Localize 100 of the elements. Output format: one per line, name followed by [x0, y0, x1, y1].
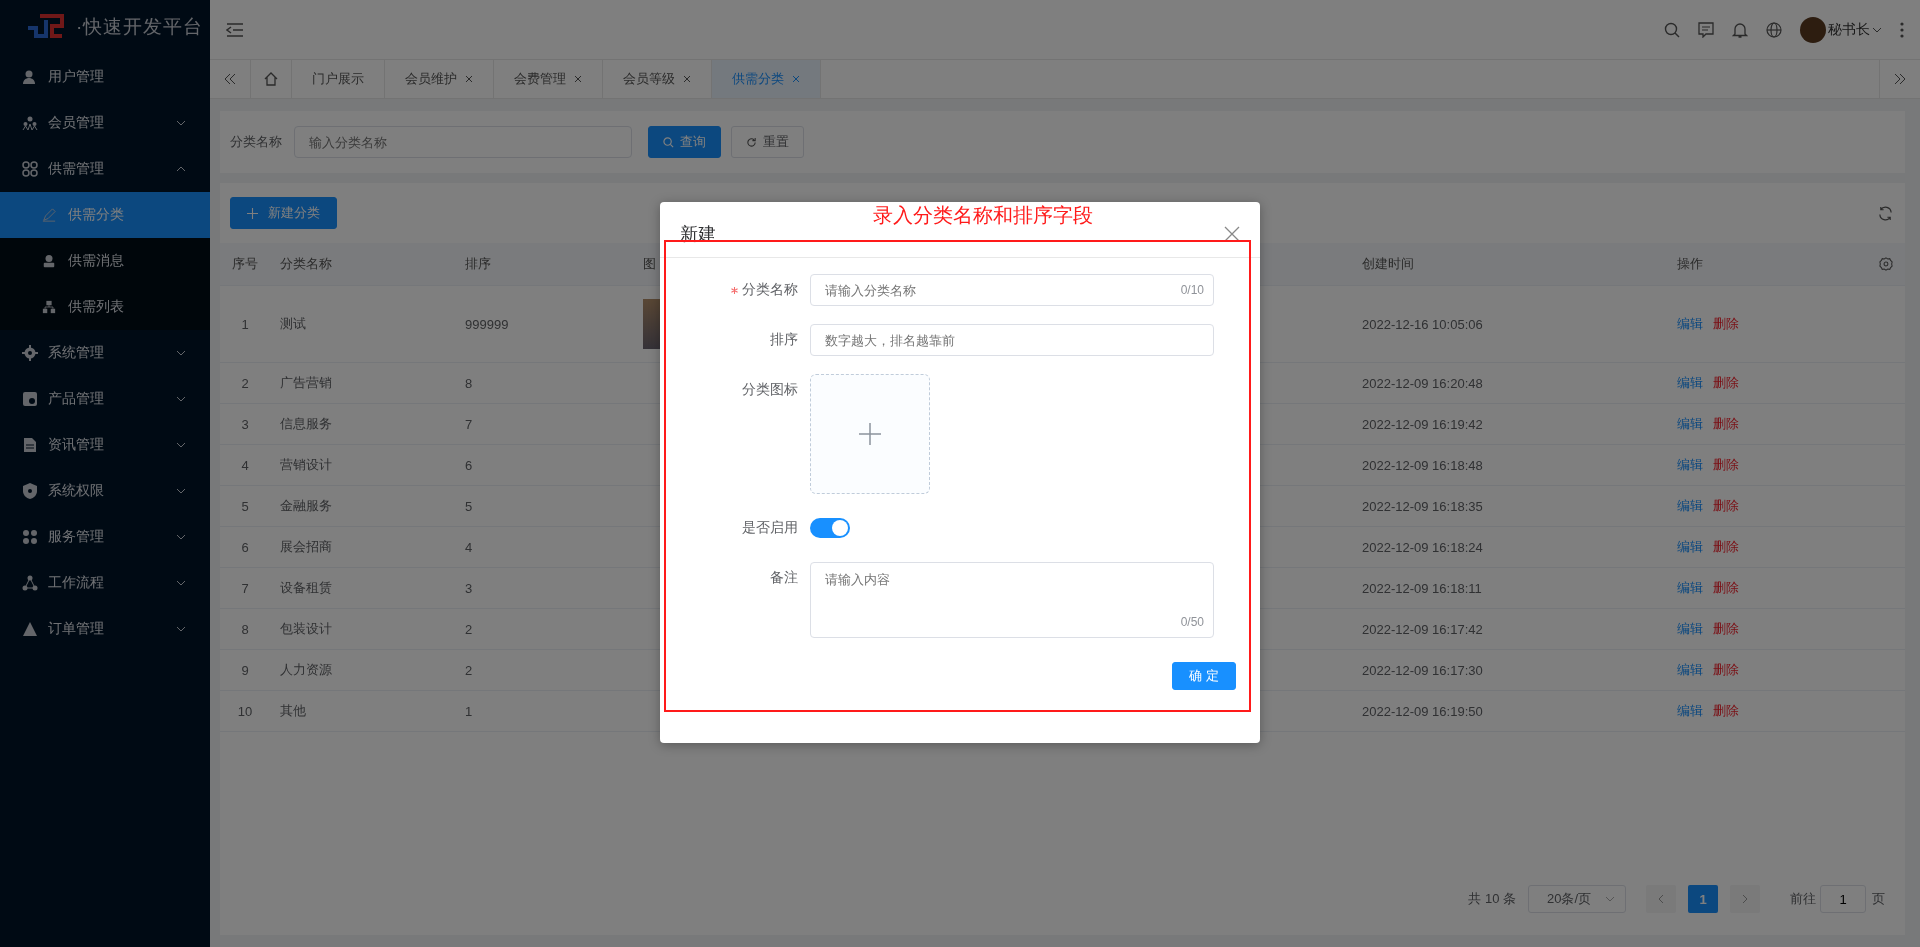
page-unit: 页	[1872, 890, 1885, 908]
close-icon[interactable]	[1224, 225, 1240, 242]
delete-link[interactable]: 删除	[1713, 538, 1739, 556]
edit-link[interactable]: 编辑	[1677, 620, 1703, 638]
edit-link[interactable]: 编辑	[1677, 579, 1703, 597]
reset-button[interactable]: 重置	[731, 126, 804, 158]
delete-link[interactable]: 删除	[1713, 579, 1739, 597]
sidebar-item[interactable]: 资讯管理	[0, 422, 210, 468]
double-chevron-right-icon	[1894, 73, 1906, 85]
table-cell-text: 2	[464, 621, 474, 637]
delete-link[interactable]: 删除	[1713, 702, 1739, 720]
field-label: 分类图标	[742, 381, 798, 399]
tab[interactable]: 供需分类	[712, 60, 821, 98]
close-icon[interactable]	[574, 75, 582, 83]
sidebar-item[interactable]: 工作流程	[0, 560, 210, 606]
delete-link[interactable]: 删除	[1713, 620, 1739, 638]
chevron-icon	[176, 396, 186, 402]
edit-link[interactable]: 编辑	[1677, 702, 1703, 720]
sidebar-item[interactable]: 服务管理	[0, 514, 210, 560]
delete-link[interactable]: 删除	[1713, 497, 1739, 515]
close-icon[interactable]	[792, 75, 800, 83]
sidebar-item[interactable]: 产品管理	[0, 376, 210, 422]
table-cell-text: 2	[464, 662, 474, 678]
delete-link[interactable]: 删除	[1713, 661, 1739, 679]
avatar[interactable]	[1800, 16, 1826, 43]
field-label: 是否启用	[742, 519, 798, 537]
column-header: 创建时间	[1361, 255, 1414, 273]
table-cell-text: 5	[240, 498, 250, 514]
nodes-icon	[22, 575, 38, 591]
table-cell-text: 金融服务	[279, 497, 333, 515]
input-field[interactable]: 数字越大，排名越靠前	[810, 324, 1214, 356]
bell-icon[interactable]	[1732, 21, 1748, 38]
sidebar-item[interactable]: 用户管理	[0, 54, 210, 100]
page-button[interactable]: 1	[1688, 885, 1718, 913]
table-cell-text: 2022-12-09 16:17:42	[1361, 621, 1484, 637]
confirm-button[interactable]: 确 定	[1172, 662, 1236, 690]
more-icon[interactable]	[1900, 21, 1904, 38]
menu-icon[interactable]	[226, 21, 244, 38]
sidebar-item[interactable]: 系统管理	[0, 330, 210, 376]
table-cell-text: 营销设计	[279, 456, 333, 474]
edit-link[interactable]: 编辑	[1677, 315, 1703, 333]
table-cell-text: 6	[464, 457, 474, 473]
field-label: 备注	[770, 569, 798, 587]
character-counter: 0/10	[1180, 283, 1204, 297]
close-icon[interactable]	[683, 75, 691, 83]
table-cell-text: 2022-12-16 10:05:06	[1361, 316, 1484, 332]
user-menu[interactable]: 秘书长	[1828, 20, 1870, 39]
edit-link[interactable]: 编辑	[1677, 661, 1703, 679]
page-size-select[interactable]: 20条/页	[1528, 885, 1626, 913]
sidebar-subitem[interactable]: 供需列表	[0, 284, 210, 330]
people-icon	[22, 115, 38, 131]
plus-icon	[247, 207, 258, 219]
delete-link[interactable]: 删除	[1713, 456, 1739, 474]
delete-link[interactable]: 删除	[1713, 315, 1739, 333]
sidebar-item[interactable]: 会员管理	[0, 100, 210, 146]
sidebar-item[interactable]: 订单管理	[0, 606, 210, 652]
chevron-icon	[176, 534, 186, 540]
table-cell-text: 展会招商	[279, 538, 333, 556]
edit-link[interactable]: 编辑	[1677, 538, 1703, 556]
page-input[interactable]: 1	[1820, 885, 1866, 913]
search-button[interactable]: 查询	[648, 126, 721, 158]
toggle-switch[interactable]	[810, 518, 850, 538]
chevron-right-icon	[1742, 894, 1748, 904]
search-field[interactable]: 输入分类名称	[294, 126, 632, 158]
sidebar-item[interactable]: 供需管理	[0, 146, 210, 192]
chevron-icon	[176, 166, 186, 172]
add-button[interactable]: 新建分类	[230, 197, 337, 229]
settings-icon[interactable]	[1879, 257, 1893, 271]
edit-link[interactable]: 编辑	[1677, 456, 1703, 474]
table-cell-text: 测试	[279, 315, 307, 333]
sidebar-item[interactable]: 系统权限	[0, 468, 210, 514]
caret-icon	[1605, 896, 1615, 902]
search-icon[interactable]	[1664, 21, 1680, 38]
refresh-icon[interactable]	[1878, 205, 1893, 221]
table-cell-text: 10	[236, 703, 254, 719]
delete-link[interactable]: 删除	[1713, 374, 1739, 392]
doc-icon	[22, 437, 38, 453]
table-cell-text: 广告营销	[279, 374, 333, 392]
chevron-left-icon	[1658, 894, 1664, 904]
table-cell-text: 3	[464, 580, 474, 596]
message-icon[interactable]	[1698, 21, 1714, 38]
edit-link[interactable]: 编辑	[1677, 374, 1703, 392]
table-cell-text: 8	[240, 621, 250, 637]
delete-link[interactable]: 删除	[1713, 415, 1739, 433]
edit-link[interactable]: 编辑	[1677, 415, 1703, 433]
caret-icon[interactable]	[1872, 26, 1882, 33]
person-icon	[42, 254, 56, 268]
tab[interactable]: 门户展示	[292, 60, 385, 98]
sidebar-subitem[interactable]: 供需分类	[0, 192, 210, 238]
field-label: 分类名称	[742, 281, 798, 299]
close-icon[interactable]	[465, 75, 473, 83]
table-cell-text: 4	[240, 457, 250, 473]
goto-label: 前往	[1790, 890, 1816, 908]
edit-link[interactable]: 编辑	[1677, 497, 1703, 515]
tab[interactable]: 会员维护	[385, 60, 494, 98]
tab[interactable]: 会费管理	[494, 60, 603, 98]
column-header: 分类名称	[279, 255, 332, 273]
table-cell-text: 2022-12-09 16:19:50	[1361, 703, 1484, 719]
globe-icon[interactable]	[1766, 21, 1782, 38]
sidebar-subitem[interactable]: 供需消息	[0, 238, 210, 284]
